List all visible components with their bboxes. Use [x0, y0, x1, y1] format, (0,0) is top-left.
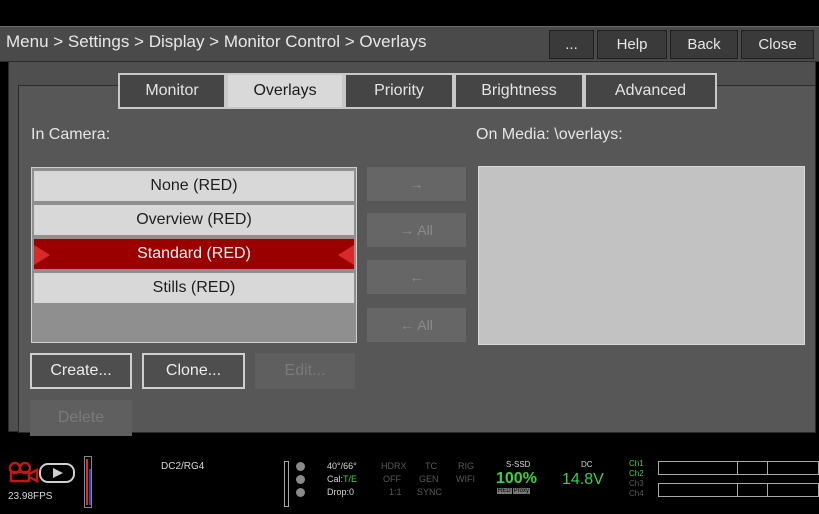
- channel-label: Ch3: [629, 479, 644, 488]
- indicator-dot: [296, 462, 305, 471]
- timecode-label: TC: [425, 461, 437, 471]
- in-camera-list[interactable]: None (RED) Overview (RED) Standard (RED)…: [31, 167, 357, 343]
- list-item[interactable]: Stills (RED): [34, 273, 354, 305]
- audio-meter: [84, 456, 92, 508]
- create-button[interactable]: Create...: [30, 353, 132, 389]
- audio-level-meter: [658, 461, 819, 475]
- hdrx-label: HDRX: [381, 461, 407, 471]
- rig-label: RIG: [458, 461, 475, 471]
- temperature-readout: 40°/66°: [327, 461, 357, 471]
- tab-overlays[interactable]: Overlays: [226, 73, 344, 109]
- project-name: DC2/RG4: [161, 461, 205, 472]
- more-button[interactable]: ...: [549, 30, 594, 59]
- drop-readout: Drop:0: [327, 487, 355, 497]
- calibration-value: T/E: [343, 474, 358, 484]
- list-item-selected[interactable]: Standard (RED): [34, 239, 354, 271]
- in-camera-label: In Camera:: [31, 126, 111, 143]
- sensor-bar: [284, 461, 289, 507]
- breadcrumb: Menu > Settings > Display > Monitor Cont…: [6, 32, 427, 51]
- audio-level-meter: [658, 483, 819, 497]
- media-type: S-SSD: [506, 460, 531, 469]
- channel-label: Ch2: [629, 469, 644, 478]
- tab-priority[interactable]: Priority: [344, 73, 454, 109]
- tab-advanced[interactable]: Advanced: [584, 73, 717, 109]
- list-item[interactable]: None (RED): [34, 171, 354, 203]
- move-all-to-media-button[interactable]: → All: [367, 213, 466, 247]
- tab-brightness[interactable]: Brightness: [454, 73, 584, 109]
- list-item-label: Standard (RED): [137, 245, 251, 262]
- playback-icon[interactable]: [39, 463, 75, 483]
- camera-icon: [8, 461, 39, 483]
- power-voltage: 14.8V: [562, 471, 604, 488]
- timecode-sync: SYNC: [417, 487, 443, 497]
- selection-right-marker-icon: [338, 245, 354, 265]
- clone-button[interactable]: Clone...: [142, 353, 245, 389]
- hdrx-value: OFF: [383, 474, 401, 484]
- on-media-label: On Media: \overlays:: [476, 126, 623, 143]
- on-media-list[interactable]: [478, 166, 805, 345]
- indicator-dot: [296, 488, 305, 497]
- status-bar: [0, 449, 819, 514]
- power-type: DC: [581, 460, 593, 469]
- rig-value: WIFI: [456, 474, 475, 484]
- indicator-dot: [296, 475, 305, 484]
- timecode-value: GEN: [419, 474, 439, 484]
- selection-left-marker-icon: [34, 245, 50, 265]
- back-button[interactable]: Back: [670, 30, 738, 59]
- media-remaining: 100%: [496, 470, 537, 487]
- proxy-badge: Proxy: [512, 488, 531, 494]
- channel-label: Ch1: [629, 459, 644, 468]
- delete-button[interactable]: Delete: [30, 400, 132, 436]
- close-button[interactable]: Close: [741, 30, 814, 59]
- move-all-to-camera-button[interactable]: ← All: [367, 308, 466, 342]
- list-item[interactable]: Overview (RED): [34, 205, 354, 237]
- move-to-media-button[interactable]: →: [367, 167, 466, 201]
- help-button[interactable]: Help: [597, 30, 667, 59]
- tab-monitor[interactable]: Monitor: [118, 73, 226, 109]
- fps-readout: 23.98FPS: [8, 491, 53, 502]
- media-badges: RED Proxy: [497, 488, 531, 494]
- move-to-camera-button[interactable]: ←: [367, 260, 466, 294]
- hdrx-ratio: 1:1: [389, 487, 402, 497]
- edit-button[interactable]: Edit...: [255, 353, 355, 389]
- red-badge: RED: [497, 488, 512, 494]
- calibration-readout: Cal:T/E: [327, 474, 358, 484]
- channel-label: Ch4: [629, 489, 644, 498]
